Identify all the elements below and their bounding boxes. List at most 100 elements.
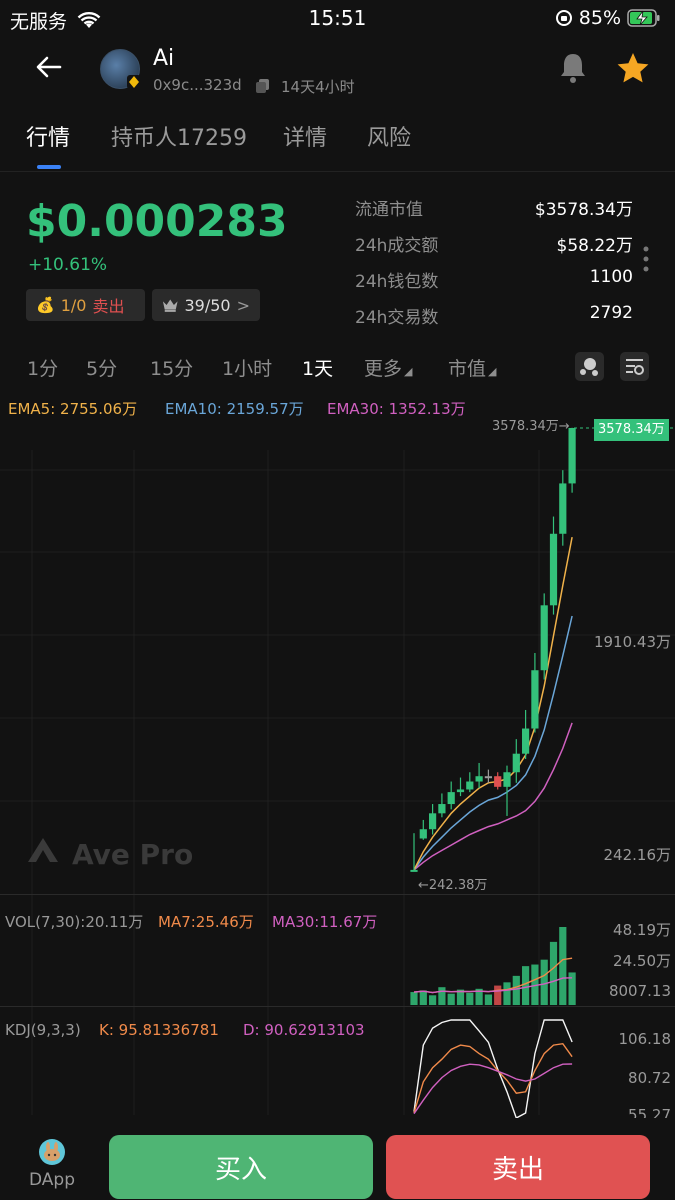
candle-body	[419, 829, 427, 839]
volume-bar	[522, 966, 530, 1005]
sell-button[interactable]: 卖出	[386, 1135, 650, 1199]
volume-bar	[559, 927, 567, 1005]
high-marker: 3578.34万→	[492, 419, 570, 434]
settings-list-icon	[626, 359, 644, 375]
crown-icon	[162, 299, 178, 312]
orientation-lock-icon	[555, 10, 572, 26]
volume-bar	[540, 959, 548, 1005]
chart-settings-button[interactable]	[620, 352, 649, 381]
candle-body	[568, 428, 576, 484]
vol-ma7-label: MA7:25.46万	[158, 913, 254, 931]
candle-body	[503, 772, 511, 787]
ema10-label: EMA10: 2159.57万	[165, 400, 304, 418]
tab-bar: 行情 持币人17259 详情 风险	[0, 120, 675, 170]
tab-details[interactable]: 详情	[283, 120, 327, 152]
token-address[interactable]: 0x9c...323d	[153, 76, 242, 94]
volume-bar	[429, 995, 437, 1005]
rank-value: 39/50	[184, 295, 231, 315]
kdj-d-label: D: 90.62913103	[243, 1021, 365, 1039]
chart-grid	[0, 450, 675, 1115]
bell-icon[interactable]	[557, 51, 589, 85]
bubbles-icon	[580, 358, 598, 376]
tab-active-indicator	[37, 165, 61, 169]
watermark-text: Ave Pro	[72, 838, 193, 871]
token-name: Ai	[153, 46, 175, 71]
tf-more-label: 更多	[364, 358, 403, 380]
axis-label-mid: 1910.43万	[593, 633, 671, 651]
money-bag-icon: 💰	[36, 296, 55, 314]
battery-percent: 85%	[578, 7, 621, 29]
vol-label: VOL(7,30):20.11万	[5, 913, 144, 931]
stat-value-mcap: $3578.34万	[534, 200, 633, 220]
tf-15m[interactable]: 15分	[150, 354, 193, 381]
arrow-left-icon	[36, 56, 62, 78]
volume-bar	[410, 992, 418, 1005]
candle-body	[429, 813, 437, 830]
candle-body	[540, 605, 548, 671]
kdj-divider	[0, 1006, 675, 1007]
back-button[interactable]	[34, 52, 66, 84]
dapp-button[interactable]: DApp	[22, 1138, 82, 1198]
volume-bar	[512, 975, 520, 1005]
kdj-lines	[413, 1019, 573, 1120]
volume-bar	[484, 994, 492, 1005]
kdj-d-line	[413, 1063, 573, 1115]
candle-body	[531, 670, 539, 729]
ema30-line	[413, 722, 573, 871]
caret-down-icon: ◢	[404, 365, 413, 378]
rank-chip[interactable]: 39/50 >	[152, 289, 260, 321]
stat-value-volume: $58.22万	[556, 236, 633, 256]
status-bar: 无服务 15:51 85%	[0, 0, 675, 36]
tx-label: 卖出	[92, 297, 125, 316]
tx-chip[interactable]: 💰 1/0 卖出	[26, 289, 145, 321]
battery-group: 85%	[555, 7, 661, 29]
vol-divider	[0, 894, 675, 895]
ema5-line	[413, 536, 573, 871]
tab-market[interactable]: 行情	[26, 120, 70, 152]
indicator-toggle-button[interactable]	[575, 352, 604, 381]
tf-1m[interactable]: 1分	[27, 354, 58, 381]
token-age: 14天4小时	[281, 78, 355, 96]
low-marker: ←242.38万	[418, 878, 488, 893]
vol-ma7-line	[413, 957, 573, 994]
candle-body	[522, 728, 530, 754]
volume-bar	[503, 982, 511, 1005]
volume-bar	[419, 990, 427, 1005]
current-price: $0.000283	[26, 196, 288, 247]
tf-more[interactable]: 更多 ◢	[364, 354, 412, 381]
tf-1h[interactable]: 1小时	[222, 354, 272, 381]
volume-bar	[549, 941, 558, 1005]
volume-bar	[494, 985, 502, 1005]
candle-body	[456, 789, 465, 793]
kdj-k-label: K: 95.81336781	[99, 1021, 219, 1039]
copy-icon[interactable]	[255, 78, 271, 94]
buy-button[interactable]: 买入	[109, 1135, 373, 1199]
candle-body	[410, 869, 418, 872]
kdj-label: KDJ(9,3,3)	[5, 1021, 81, 1039]
tf-mcap[interactable]: 市值 ◢	[448, 354, 496, 381]
vol-axis-bottom: 8007.13	[608, 982, 671, 1000]
star-icon[interactable]	[616, 51, 650, 85]
chain-badge-icon	[127, 75, 141, 89]
price-chart[interactable]: Ave Pro	[0, 420, 675, 1120]
stat-value-txns: 2792	[589, 303, 633, 323]
volume-bar	[438, 987, 446, 1005]
candle-body	[559, 483, 567, 534]
tf-5m[interactable]: 5分	[86, 354, 117, 381]
volume-bars	[410, 927, 576, 1005]
stat-label-volume: 24h成交额	[355, 236, 439, 256]
last-price-tag: 3578.34万	[594, 419, 669, 441]
token-avatar	[100, 49, 141, 89]
ema30-label: EMA30: 1352.13万	[327, 400, 466, 418]
kdj-axis-bottom: 55.27	[628, 1106, 671, 1118]
battery-charging-icon	[627, 9, 660, 27]
tab-holders[interactable]: 持币人17259	[111, 120, 247, 152]
more-vertical-icon[interactable]	[642, 245, 650, 275]
volume-bar	[447, 993, 455, 1005]
candle-body	[447, 792, 455, 805]
tab-risk[interactable]: 风险	[367, 120, 411, 152]
caret-down-icon: ◢	[488, 365, 497, 378]
tf-mcap-label: 市值	[448, 358, 487, 380]
candle-body	[484, 776, 492, 779]
tf-1d[interactable]: 1天	[302, 354, 333, 381]
